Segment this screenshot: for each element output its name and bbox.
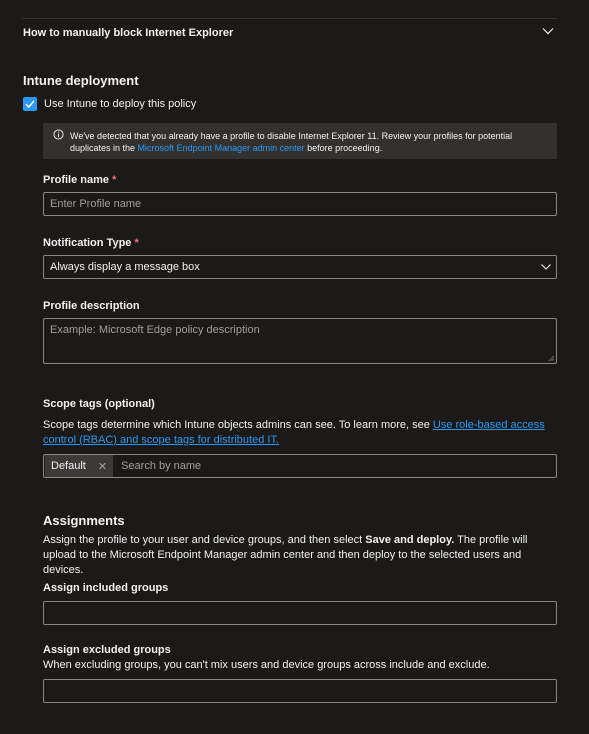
excluded-groups-description: When excluding groups, you can't mix use… — [43, 659, 490, 671]
use-intune-label[interactable]: Use Intune to deploy this policy — [44, 98, 196, 110]
scope-tags-description: Scope tags determine which Intune object… — [43, 418, 557, 448]
assignments-section-title: Assignments — [43, 513, 125, 528]
notification-type-select[interactable]: Always display a message box — [43, 255, 557, 279]
scope-tags-picker[interactable]: Default ✕ Search by name — [43, 454, 557, 478]
intune-section-title: Intune deployment — [23, 73, 139, 88]
save-and-deploy-emphasis: Save and deploy. — [365, 534, 455, 546]
scope-tag-label: Default — [51, 460, 86, 472]
info-message: We've detected that you already have a p… — [70, 130, 550, 154]
notification-type-value: Always display a message box — [50, 261, 200, 273]
use-intune-checkbox[interactable] — [23, 97, 37, 111]
chevron-down-icon[interactable] — [541, 24, 555, 38]
scope-tags-search-input[interactable]: Search by name — [121, 460, 201, 472]
top-divider — [22, 18, 557, 19]
excluded-groups-label: Assign excluded groups — [43, 644, 171, 656]
scope-tag-default: Default ✕ — [45, 455, 114, 477]
profile-name-label-text: Profile name — [43, 174, 110, 186]
remove-tag-icon[interactable]: ✕ — [98, 460, 107, 473]
required-mark: * — [134, 237, 139, 249]
profile-description-textarea[interactable]: Example: Microsoft Edge policy descripti… — [43, 318, 557, 364]
profile-description-label: Profile description — [43, 300, 140, 312]
assignments-description: Assign the profile to your user and devi… — [43, 533, 557, 578]
accordion-title[interactable]: How to manually block Internet Explorer — [23, 27, 233, 39]
checkmark-icon — [25, 100, 35, 109]
required-mark: * — [112, 174, 117, 186]
excluded-groups-input[interactable] — [43, 679, 557, 703]
profile-name-input[interactable]: Enter Profile name — [43, 192, 557, 216]
info-text-after: before proceeding. — [304, 143, 383, 153]
notification-type-label-text: Notification Type — [43, 237, 132, 249]
mem-admin-center-link[interactable]: Microsoft Endpoint Manager admin center — [138, 143, 305, 153]
included-groups-label: Assign included groups — [43, 582, 169, 594]
profile-description-placeholder: Example: Microsoft Edge policy descripti… — [50, 324, 260, 336]
resize-handle-icon[interactable] — [548, 355, 555, 362]
info-icon — [53, 129, 64, 140]
assignments-desc-before: Assign the profile to your user and devi… — [43, 534, 366, 546]
scope-tags-label: Scope tags (optional) — [43, 398, 155, 410]
notification-type-label: Notification Type * — [43, 237, 139, 249]
scope-tags-desc-text: Scope tags determine which Intune object… — [43, 419, 433, 431]
profile-name-label: Profile name * — [43, 174, 116, 186]
included-groups-input[interactable] — [43, 601, 557, 625]
dropdown-chevron-icon[interactable] — [539, 260, 553, 274]
